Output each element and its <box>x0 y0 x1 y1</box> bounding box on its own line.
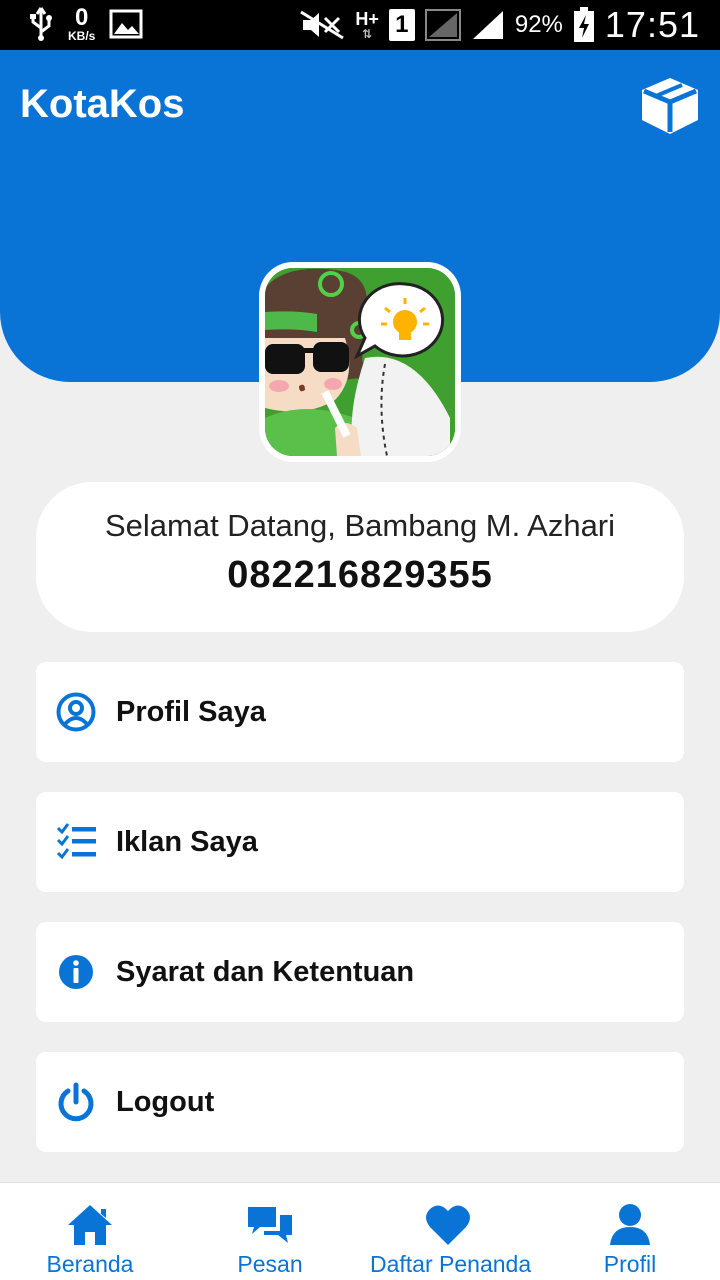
menu-label: Logout <box>116 1086 215 1118</box>
menu-item-syarat-dan-ketentuan[interactable]: Syarat dan Ketentuan <box>36 922 684 1022</box>
clock: 17:51 <box>604 4 700 45</box>
nav-label: Pesan <box>237 1251 303 1277</box>
battery-percent: 92% <box>514 11 563 38</box>
mute-icon <box>300 10 345 40</box>
avatar-image <box>265 268 455 456</box>
menu-item-logout[interactable]: Logout <box>36 1052 684 1152</box>
nav-item-beranda[interactable]: Beranda <box>20 1183 160 1280</box>
usb-icon <box>30 7 52 41</box>
bottom-navigation: Beranda Pesan Daftar Penanda Profil <box>0 1182 720 1280</box>
nav-label: Profil <box>603 1251 657 1277</box>
data-speed-value: 0 <box>74 4 89 31</box>
data-speed: 0 KB/s <box>68 4 96 43</box>
signal-icon <box>472 11 503 39</box>
menu-label: Profil Saya <box>116 696 266 728</box>
checklist-icon <box>56 823 96 860</box>
person-icon <box>610 1204 650 1245</box>
package-box-icon[interactable] <box>638 74 702 138</box>
welcome-card: Selamat Datang, Bambang M. Azhari 082216… <box>36 482 684 632</box>
network-type-label: H+ <box>355 9 379 29</box>
signal-empty-icon <box>424 9 461 41</box>
battery-charging-icon <box>573 7 594 42</box>
nav-label: Daftar Penanda <box>370 1251 532 1277</box>
sim-slot: 1 <box>388 9 415 41</box>
nav-item-profil[interactable]: Profil <box>560 1183 700 1280</box>
data-arrows-icon: ⇅ <box>362 27 373 41</box>
avatar[interactable] <box>259 262 461 462</box>
home-icon <box>68 1205 112 1245</box>
image-notification-icon <box>109 9 143 39</box>
power-icon <box>58 1082 94 1122</box>
network-type: H+ ⇅ <box>355 10 379 40</box>
heart-icon <box>426 1205 470 1245</box>
menu-item-iklan-saya[interactable]: Iklan Saya <box>36 792 684 892</box>
welcome-message: Selamat Datang, Bambang M. Azhari <box>104 508 616 543</box>
app-title: KotaKos <box>20 82 185 126</box>
nav-label: Beranda <box>46 1251 134 1277</box>
data-speed-unit: KB/s <box>68 29 96 43</box>
nav-item-daftar-penanda[interactable]: Daftar Penanda <box>370 1183 532 1280</box>
menu-label: Iklan Saya <box>116 826 258 858</box>
chat-icon <box>248 1207 292 1243</box>
info-icon <box>59 955 93 989</box>
nav-item-pesan[interactable]: Pesan <box>200 1183 340 1280</box>
menu-item-profil-saya[interactable]: Profil Saya <box>36 662 684 762</box>
user-circle-icon <box>56 692 96 732</box>
phone-number: 082216829355 <box>227 554 493 596</box>
status-bar: 0 KB/s H+ ⇅ 1 92% 17:51 <box>0 0 720 50</box>
menu-label: Syarat dan Ketentuan <box>116 956 415 988</box>
